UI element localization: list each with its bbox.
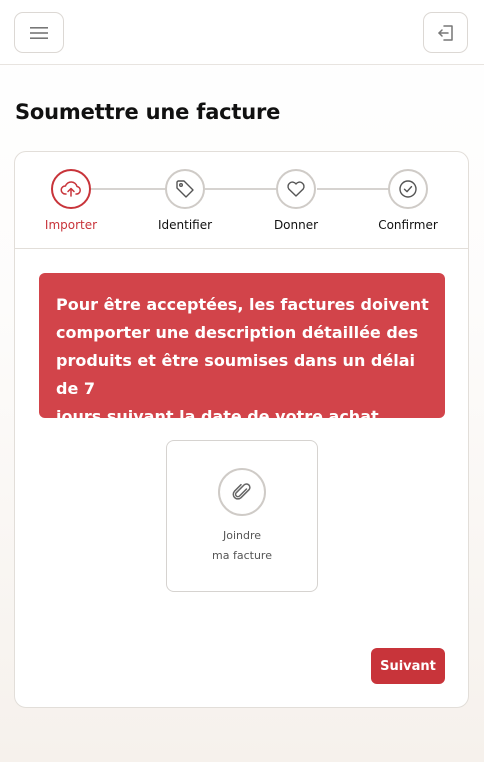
step-connector	[205, 188, 277, 190]
step-connector	[317, 188, 389, 190]
logout-button[interactable]	[423, 12, 468, 53]
step-label-donner: Donner	[273, 218, 319, 232]
tag-icon	[176, 180, 194, 198]
stepper: Importer Identifier Donner Confirmer	[15, 152, 468, 249]
hamburger-menu-icon	[30, 26, 48, 39]
alert-line: jours suivant la date de votre achat.	[56, 407, 385, 426]
alert-line: comporter une description détaillée des	[56, 323, 419, 342]
top-bar	[0, 0, 484, 65]
attach-label-line1: Joindre	[222, 529, 262, 542]
logout-icon	[437, 24, 453, 41]
upload-cloud-icon	[60, 181, 81, 197]
step-confirmer[interactable]	[388, 169, 428, 209]
step-identifier[interactable]	[165, 169, 205, 209]
step-label-identifier: Identifier	[157, 218, 213, 232]
alert-line: produits et être soumises dans un délai …	[56, 351, 415, 398]
step-label-importer: Importer	[44, 218, 98, 232]
attach-icon-circle	[218, 468, 266, 516]
heart-icon	[287, 181, 305, 197]
invoice-card: Importer Identifier Donner Confirmer Pou…	[14, 151, 469, 708]
paperclip-icon	[232, 483, 251, 500]
menu-button[interactable]	[14, 12, 64, 53]
step-donner[interactable]	[276, 169, 316, 209]
attach-label: Joindre ma facture	[167, 526, 317, 566]
check-circle-icon	[399, 180, 417, 198]
alert-line: Pour être acceptées, les factures doiven…	[56, 295, 429, 314]
next-button[interactable]: Suivant	[371, 648, 445, 684]
step-importer[interactable]	[51, 169, 91, 209]
page-title: Soumettre une facture	[15, 100, 281, 124]
attach-label-line2: ma facture	[212, 549, 272, 562]
step-label-confirmer: Confirmer	[378, 218, 438, 232]
invoice-requirements-alert: Pour être acceptées, les factures doiven…	[39, 273, 445, 426]
attach-invoice-button[interactable]: Joindre ma facture	[166, 440, 318, 592]
